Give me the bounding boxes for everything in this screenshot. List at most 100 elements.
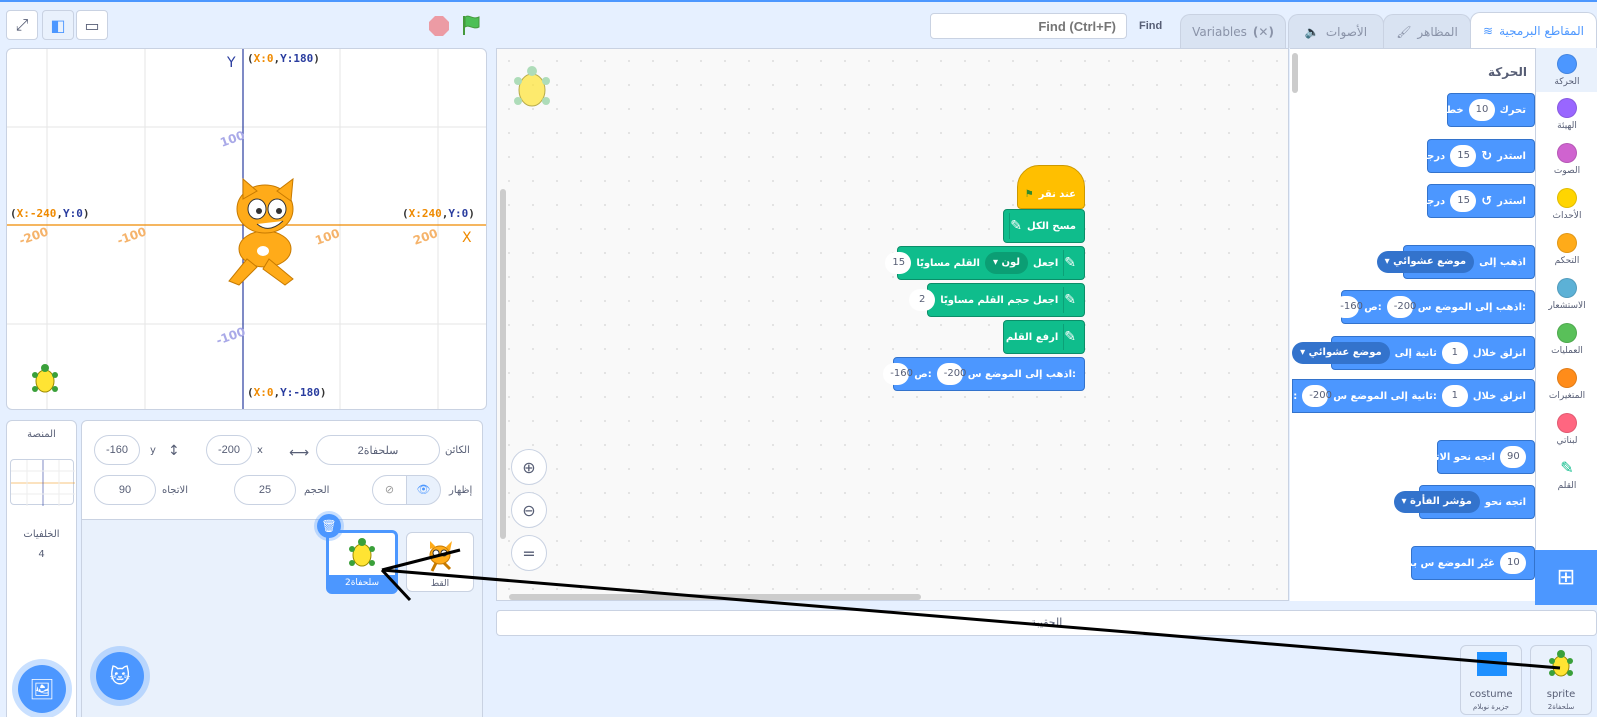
when-flag-clicked-block[interactable]: ⚑ عند نقر (1017, 165, 1085, 209)
set-pen-color-block[interactable]: 15 القلم مساويًا ▾ لون اجعل ✎ (885, 246, 1085, 280)
palette-scrollbar[interactable] (1292, 53, 1298, 93)
block-input[interactable]: 10 (1468, 99, 1495, 121)
direction-input[interactable] (94, 475, 156, 505)
palette-move-block[interactable]: خطوة 10 تحرك (1435, 93, 1535, 127)
coord-y: Y:0 (448, 207, 469, 220)
coord-x: X:0 (253, 386, 274, 399)
choose-sprite-button[interactable]: 🐱 (96, 652, 144, 700)
delete-sprite-button[interactable]: 🗑 (317, 514, 341, 538)
horizontal-scrollbar[interactable] (509, 594, 921, 600)
choose-backdrop-button[interactable]: 🖼 (18, 665, 66, 713)
cat-sprite[interactable] (228, 177, 294, 286)
stop-button[interactable] (429, 16, 449, 36)
category-motion[interactable]: الحركة (1536, 48, 1597, 92)
palette-turn-left-block[interactable]: درجة 15 ↺ استدر (1421, 184, 1535, 218)
palette-point-direction-block[interactable]: اتجه نحو الاتجاه 90 (1419, 440, 1535, 474)
block-text: ص: (1364, 301, 1382, 313)
block-input[interactable]: -160 (1333, 296, 1363, 318)
block-input[interactable]: 15 (885, 252, 912, 274)
block-input[interactable]: 2 (909, 289, 936, 311)
coord-x: X:-240 (16, 207, 57, 220)
block-input[interactable]: 10 (1500, 552, 1526, 574)
block-input[interactable]: 1 (1441, 385, 1468, 407)
category-dot-icon (1557, 368, 1577, 388)
extension-add-icon: ⊞ (1556, 565, 1576, 590)
x-input[interactable] (206, 435, 252, 465)
sprite-thumb-cat[interactable]: القط (406, 532, 474, 592)
block-dropdown[interactable]: ▾ موضع عشوائي (1292, 342, 1390, 364)
block-input[interactable]: 15 (1450, 145, 1477, 167)
category-sensing[interactable]: الاستشعار (1536, 278, 1597, 311)
fullscreen-button[interactable]: ⤢ (6, 10, 38, 40)
set-pen-size-block[interactable]: 2 اجعل حجم القلم مساويًا ✎ (909, 283, 1085, 317)
tab-sounds[interactable]: 🔈 الأصوات (1288, 14, 1384, 48)
block-palette[interactable]: الحركة خطوة 10 تحرك درجة 15 ↻ استدر درجة 15 ↺ اس… (1290, 48, 1535, 601)
backpack-sprite-item[interactable]: sprite سلحفاة2 (1530, 645, 1592, 715)
category-looks[interactable]: الهيئة (1536, 98, 1597, 131)
stage[interactable]: -200 -100 100 200 100 -100 Y X (X:0,Y:18… (6, 48, 487, 410)
block-input[interactable]: -200 (1386, 296, 1416, 318)
block-input[interactable]: -200 (936, 363, 966, 385)
turtle-sprite[interactable] (32, 364, 58, 393)
block-input[interactable]: -160 (883, 363, 913, 385)
palette-glide-block[interactable]: ▾ موضع عشوائي ثانية إلى 1 انزلق خلال (1292, 336, 1535, 370)
zoom-in-button[interactable]: ⊕ (511, 449, 547, 485)
block-input[interactable]: 15 (1450, 190, 1477, 212)
block-dropdown[interactable]: ▾ مؤشر الفأرة (1393, 491, 1480, 513)
dropdown-arrow-icon: ▾ (1384, 256, 1394, 267)
tab-costumes[interactable]: 🖌 المظاهر (1383, 14, 1471, 48)
y-arrows-icon: ↕ (168, 443, 180, 459)
palette-glide-xy-block[interactable]: 60ص:-200ثانية إلى الموضع س:1انزلق خلال (1292, 379, 1535, 413)
category-my-blocks[interactable]: لبناتي (1536, 413, 1597, 446)
zoom-out-button[interactable]: ⊖ (511, 492, 547, 528)
palette-change-x-block[interactable]: غيّر الموضع س بمقدار 10 (1384, 546, 1535, 580)
tab-code[interactable]: ≋ المقاطع البرمجية (1470, 12, 1597, 48)
block-dropdown[interactable]: ▾ لون (984, 252, 1029, 274)
category-variables[interactable]: المتغيرات (1536, 368, 1597, 401)
y-input[interactable] (94, 435, 140, 465)
sprite-name-label: الكائن (445, 445, 470, 456)
code-workspace[interactable]: ⚑ عند نقر ✎ مسح الكل 15 القلم مساويًا ▾ لون ا… (496, 48, 1289, 601)
green-flag-button[interactable] (460, 14, 482, 36)
backpack-costume-item[interactable]: costume جزيرة نوبلام (1460, 645, 1522, 715)
block-input[interactable]: 1 (1441, 342, 1468, 364)
large-stage-button[interactable]: ▭ (76, 10, 108, 40)
palette-turn-right-block[interactable]: درجة 15 ↻ استدر (1421, 139, 1535, 173)
category-pen[interactable]: ✎ القلم (1536, 458, 1597, 491)
tick-x-label: 100 (313, 226, 341, 248)
zoom-reset-button[interactable]: = (511, 535, 547, 571)
size-input[interactable] (234, 475, 296, 505)
find-input[interactable] (930, 13, 1127, 39)
go-to-xy-block[interactable]: -160 ص: -200 اذهب إلى الموضع س: (883, 357, 1085, 391)
tab-variables[interactable]: Variables (✕) (1180, 14, 1286, 48)
block-text: ص: (1293, 390, 1298, 402)
pen-icon: ✎ (1063, 324, 1076, 350)
pen-up-block[interactable]: ارفع القلم ✎ (1003, 320, 1085, 354)
show-visible-button[interactable]: 👁 (406, 475, 441, 505)
category-operators[interactable]: العمليات (1536, 323, 1597, 356)
category-control[interactable]: التحكم (1536, 233, 1597, 266)
block-dropdown[interactable]: ▾ موضع عشوائي (1376, 251, 1475, 273)
sprite-thumb-turtle[interactable]: سلحفاة2 (326, 530, 398, 594)
block-text: اذهب إلى الموضع س: (967, 368, 1076, 380)
palette-point-towards-block[interactable]: ▾ مؤشر الفأرة اتجه نحو (1393, 485, 1535, 519)
palette-go-to-xy-block[interactable]: -160 ص: -200 اذهب إلى الموضع س: (1333, 290, 1535, 324)
block-input[interactable]: -200 (1302, 385, 1332, 407)
coord-left: (X:-240,Y:0) (10, 207, 90, 220)
add-extension-button[interactable]: ⊞ (1535, 550, 1597, 605)
block-input[interactable]: 90 (1500, 446, 1526, 468)
stage-selector[interactable]: المنصة الخلفيات 4 🖼 (6, 420, 77, 717)
show-label: إظهار (449, 485, 473, 496)
pen-clear-block[interactable]: ✎ مسح الكل (1003, 209, 1085, 243)
sprite-name-input[interactable] (316, 435, 440, 465)
category-sound[interactable]: الصوت (1536, 143, 1597, 176)
palette-go-to-block[interactable]: ▾ موضع عشوائي اذهب إلى (1376, 245, 1535, 279)
category-label: التحكم (1554, 256, 1580, 266)
category-events[interactable]: الأحداث (1536, 188, 1597, 221)
show-hidden-button[interactable]: ⊘ (372, 475, 407, 505)
block-dropdown-value: مؤشر الفأرة (1410, 496, 1472, 507)
vertical-scrollbar[interactable] (500, 189, 506, 539)
y-label: y (150, 445, 156, 456)
small-stage-button[interactable]: ◧ (42, 10, 74, 40)
backpack-header[interactable]: الحقيبة (496, 610, 1597, 636)
